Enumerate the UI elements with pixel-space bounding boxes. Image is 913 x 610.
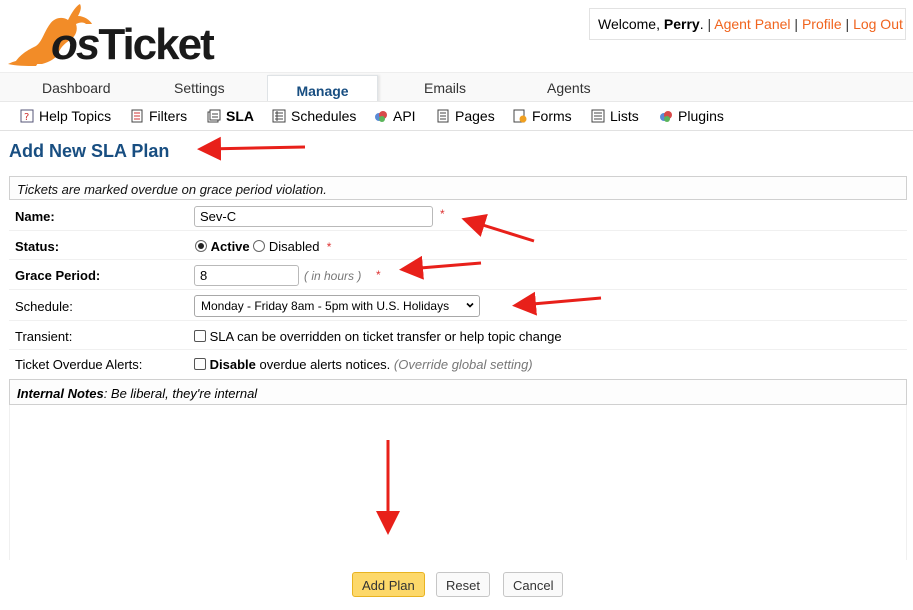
required-marker: *	[440, 207, 445, 221]
name-label: Name:	[15, 209, 55, 224]
schedule-row: Schedule: Monday - Friday 8am - 5pm with…	[9, 290, 907, 321]
subnav-filters[interactable]: Filters	[130, 108, 187, 124]
grace-period-hint: ( in hours )	[304, 269, 362, 283]
filter-icon	[130, 109, 144, 123]
required-marker: *	[376, 268, 381, 282]
transient-option: SLA can be overridden on ticket transfer…	[194, 329, 562, 344]
subnav-label: Pages	[455, 108, 495, 124]
alerts-text: overdue alerts notices.	[255, 357, 394, 372]
plugins-icon	[659, 109, 673, 123]
help-topics-icon: ?	[20, 109, 34, 123]
transient-checkbox[interactable]	[194, 330, 206, 342]
internal-notes-subtitle: : Be liberal, they're internal	[103, 386, 258, 401]
status-disabled-label[interactable]: Disabled	[269, 239, 320, 254]
subnav-label: Help Topics	[39, 108, 112, 124]
overdue-alerts-option: Disable overdue alerts notices. (Overrid…	[194, 357, 533, 372]
tab-dashboard[interactable]: Dashboard	[42, 80, 111, 96]
logo-wordmark: osTicket	[51, 20, 215, 69]
name-input[interactable]	[194, 206, 433, 227]
internal-notes-title: Internal Notes	[17, 386, 104, 401]
sla-form: Tickets are marked overdue on grace peri…	[9, 176, 907, 560]
subnav-lists[interactable]: Lists	[591, 108, 639, 124]
status-active-radio[interactable]	[195, 240, 207, 252]
welcome-text: Welcome,	[598, 16, 664, 32]
subnav-sla[interactable]: SLA	[207, 108, 254, 124]
schedule-select[interactable]: Monday - Friday 8am - 5pm with U.S. Holi…	[194, 295, 480, 317]
schedule-icon	[272, 109, 286, 123]
name-row: Name: *	[9, 201, 907, 231]
subnav-plugins[interactable]: Plugins	[659, 108, 724, 124]
status-active-label[interactable]: Active	[211, 239, 250, 254]
schedule-label: Schedule:	[15, 299, 73, 314]
required-marker: *	[326, 240, 332, 254]
welcome-suffix: .	[699, 16, 704, 32]
separator: |	[707, 16, 712, 32]
subnav-schedules[interactable]: Schedules	[272, 108, 356, 124]
status-row: Status: Active Disabled *	[9, 231, 907, 260]
sub-nav: ? Help Topics Filters SLA Schedules API P…	[0, 101, 913, 131]
internal-notes-editor[interactable]	[9, 405, 907, 560]
separator: |	[845, 16, 850, 32]
subnav-label: Lists	[610, 108, 639, 124]
tab-agents[interactable]: Agents	[547, 80, 591, 96]
subnav-pages[interactable]: Pages	[436, 108, 495, 124]
cancel-button[interactable]: Cancel	[503, 572, 564, 597]
subnav-label: Schedules	[291, 108, 357, 124]
subnav-label: API	[393, 108, 416, 124]
alerts-bold-text: Disable	[209, 357, 256, 372]
subnav-api[interactable]: API	[374, 108, 416, 124]
disable-alerts-checkbox[interactable]	[194, 358, 206, 370]
arrow-to-title	[197, 136, 306, 161]
osticket-logo[interactable]: osTicket	[6, 2, 215, 70]
tab-settings[interactable]: Settings	[174, 80, 225, 96]
subnav-label: Plugins	[678, 108, 724, 124]
schedule-selected-value: Monday - Friday 8am - 5pm with U.S. Holi…	[201, 299, 450, 313]
alerts-hint: (Override global setting)	[393, 357, 533, 372]
lists-icon	[591, 109, 605, 123]
pages-icon	[436, 109, 450, 123]
subnav-forms[interactable]: Forms	[513, 108, 572, 124]
subnav-help-topics[interactable]: ? Help Topics	[20, 108, 111, 124]
sla-icon	[207, 109, 221, 123]
svg-text:?: ?	[24, 112, 29, 123]
page-title: Add New SLA Plan	[9, 141, 170, 161]
tab-emails[interactable]: Emails	[424, 80, 466, 96]
separator: |	[794, 16, 799, 32]
grace-period-row: Grace Period: ( in hours ) *	[9, 260, 907, 290]
user-welcome-bar: Welcome, Perry. | Agent Panel | Profile …	[589, 8, 906, 40]
add-plan-button[interactable]: Add Plan	[352, 572, 425, 597]
forms-icon	[513, 109, 527, 123]
user-name: Perry	[663, 16, 700, 32]
status-disabled-radio[interactable]	[253, 240, 266, 252]
subnav-label: SLA	[226, 108, 254, 124]
profile-link[interactable]: Profile	[802, 16, 842, 32]
grace-period-label: Grace Period:	[15, 268, 101, 283]
reset-button[interactable]: Reset	[436, 572, 490, 597]
grace-period-input[interactable]	[194, 265, 299, 286]
api-icon	[374, 109, 388, 123]
transient-row: Transient: SLA can be overridden on tick…	[9, 321, 907, 350]
status-options: Active Disabled *	[195, 239, 331, 254]
main-nav: Dashboard Settings Manage Emails Agents	[0, 72, 913, 105]
overdue-alerts-label: Ticket Overdue Alerts:	[15, 357, 143, 372]
subnav-label: Filters	[149, 108, 188, 124]
transient-label: Transient:	[15, 329, 73, 344]
internal-notes-header: Internal Notes: Be liberal, they're inte…	[9, 379, 907, 405]
status-label: Status:	[15, 239, 60, 254]
form-header-note: Tickets are marked overdue on grace peri…	[9, 176, 907, 200]
overdue-alerts-row: Ticket Overdue Alerts: Disable overdue a…	[9, 350, 907, 379]
chevron-down-icon	[466, 302, 474, 308]
logout-link[interactable]: Log Out	[853, 16, 903, 32]
agent-panel-link[interactable]: Agent Panel	[714, 16, 790, 32]
transient-text: SLA can be overridden on ticket transfer…	[209, 329, 562, 344]
subnav-label: Forms	[532, 108, 572, 124]
